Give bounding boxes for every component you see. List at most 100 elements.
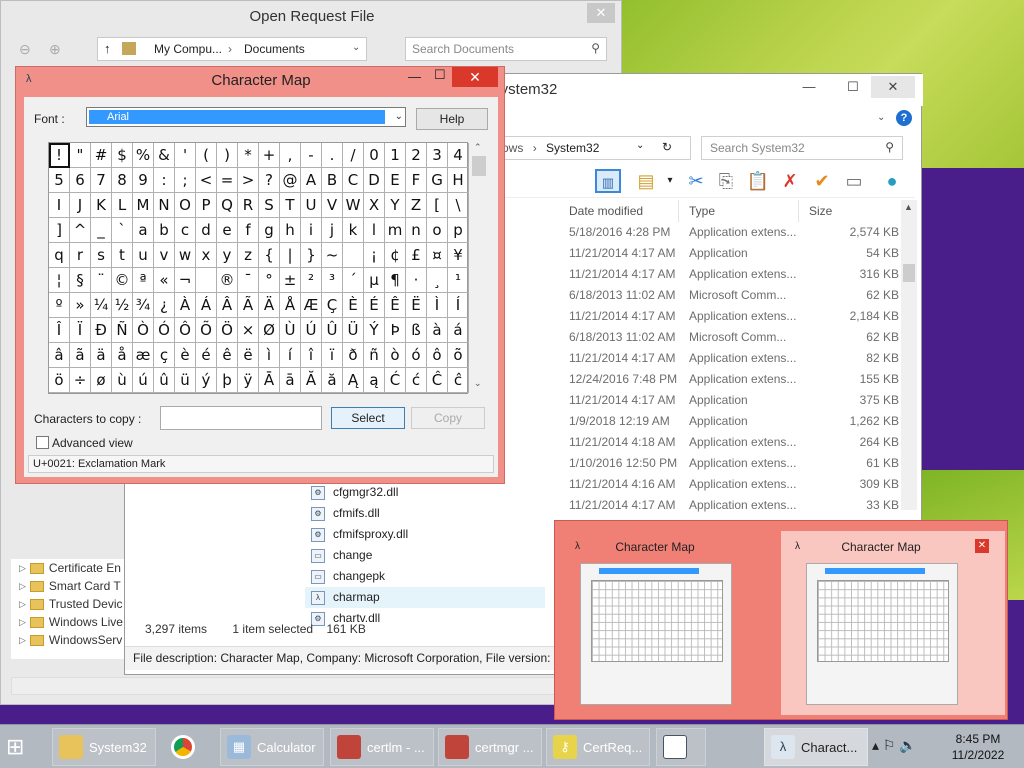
character-cell[interactable]: ¡ (364, 243, 385, 268)
character-cell[interactable]: J (70, 193, 91, 218)
character-cell[interactable]: ­ (196, 268, 217, 293)
character-cell[interactable]: ° (259, 268, 280, 293)
character-cell[interactable]: æ (133, 343, 154, 368)
character-cell[interactable]: Ø (259, 318, 280, 343)
character-cell[interactable]: Â (217, 293, 238, 318)
character-cell[interactable]: 0 (364, 143, 385, 168)
table-row[interactable]: 11/21/2014 4:17 AM Application extens... 2… (561, 306, 901, 327)
character-cell[interactable]: < (196, 168, 217, 193)
character-cell[interactable]: Ä (259, 293, 280, 318)
character-cell[interactable]: ? (259, 168, 280, 193)
character-cell[interactable]: ß (406, 318, 427, 343)
character-cell[interactable]: § (70, 268, 91, 293)
taskbar-item-certmgr[interactable]: certmgr ... (438, 728, 542, 766)
character-cell[interactable]: ¸ (427, 268, 448, 293)
character-cell[interactable]: « (154, 268, 175, 293)
table-row[interactable]: 11/21/2014 4:17 AM Application extens... 8… (561, 348, 901, 369)
character-cell[interactable]: ÷ (70, 368, 91, 393)
character-cell[interactable]: [ (427, 193, 448, 218)
clock[interactable]: 8:45 PM 11/2/2022 (942, 731, 1014, 763)
chevron-down-icon[interactable]: ⌄ (636, 140, 644, 151)
character-cell[interactable]: K (91, 193, 112, 218)
rename-icon[interactable]: ▭ (841, 169, 867, 193)
table-row[interactable]: 11/21/2014 4:17 AM Application 375 KB (561, 390, 901, 411)
character-cell[interactable]: õ (448, 343, 469, 368)
taskbar-item-certlm[interactable]: certlm - ... (330, 728, 434, 766)
preview-pane-icon[interactable]: ▥ (595, 169, 621, 193)
breadcrumb-documents[interactable]: Documents (244, 42, 305, 56)
character-cell[interactable]: | (280, 243, 301, 268)
character-cell[interactable]: 4 (448, 143, 469, 168)
character-cell[interactable]: F (406, 168, 427, 193)
character-cell[interactable]: ø (91, 368, 112, 393)
list-item[interactable]: ⚙ cfmifsproxy.dll (305, 524, 545, 545)
character-cell[interactable]: Ê (385, 293, 406, 318)
character-cell[interactable]: W (343, 193, 364, 218)
character-cell[interactable]: ü (175, 368, 196, 393)
table-row[interactable]: 12/24/2016 7:48 PM Application extens... 1… (561, 369, 901, 390)
table-row[interactable]: 11/21/2014 4:17 AM Application 54 KB (561, 243, 901, 264)
character-cell[interactable]: ' (175, 143, 196, 168)
chevron-up-icon[interactable]: ▴ (872, 737, 879, 753)
character-cell[interactable]: P (196, 193, 217, 218)
cut-icon[interactable]: ✂ (683, 169, 709, 193)
taskbar-item-chrome[interactable] (164, 728, 214, 766)
character-cell[interactable]: È (343, 293, 364, 318)
back-icon[interactable]: ⊖ (19, 41, 31, 58)
character-cell[interactable]: z (238, 243, 259, 268)
character-cell[interactable]: f (238, 218, 259, 243)
character-cell[interactable]: V (322, 193, 343, 218)
character-cell[interactable]: Q (217, 193, 238, 218)
character-cell[interactable]: Ó (154, 318, 175, 343)
character-cell[interactable]: · (406, 268, 427, 293)
character-cell[interactable]: Ñ (112, 318, 133, 343)
minimize-button[interactable]: — (787, 76, 831, 98)
character-cell[interactable]: { (259, 243, 280, 268)
character-cell[interactable]: = (217, 168, 238, 193)
minimize-button[interactable]: — (408, 69, 421, 84)
checkmark-icon[interactable]: ✔ (809, 169, 835, 193)
column-date[interactable]: Date modified (561, 200, 679, 222)
copy-button[interactable]: Copy (411, 407, 485, 429)
character-cell[interactable]: ; (175, 168, 196, 193)
search-input[interactable]: Search System32 ⚲ (701, 136, 903, 160)
character-cell[interactable]: þ (217, 368, 238, 393)
character-cell[interactable]: ã (70, 343, 91, 368)
character-cell[interactable]: h (280, 218, 301, 243)
character-cell[interactable]: M (133, 193, 154, 218)
character-cell[interactable]: E (385, 168, 406, 193)
character-cell[interactable]: % (133, 143, 154, 168)
character-cell[interactable]: e (217, 218, 238, 243)
forward-icon[interactable]: ⊕ (49, 41, 61, 58)
character-cell[interactable]: Ù (280, 318, 301, 343)
character-cell[interactable]: Ć (385, 368, 406, 393)
character-cell[interactable]: ĉ (448, 368, 469, 393)
vertical-scrollbar[interactable]: ⌃ ⌄ (470, 142, 488, 394)
character-cell[interactable]: ! (49, 143, 70, 168)
taskbar-item-explorer[interactable]: System32 (52, 728, 156, 766)
character-cell[interactable]: X (364, 193, 385, 218)
character-cell[interactable]: å (112, 343, 133, 368)
character-cell[interactable]: º (49, 293, 70, 318)
character-cell[interactable]: µ (364, 268, 385, 293)
character-cell[interactable]: ¶ (385, 268, 406, 293)
character-cell[interactable]: ê (217, 343, 238, 368)
character-cell[interactable]: N (154, 193, 175, 218)
windows-start-icon[interactable]: ⊞ (6, 733, 38, 761)
character-cell[interactable]: Á (196, 293, 217, 318)
character-cell[interactable]: _ (91, 218, 112, 243)
character-cell[interactable]: Æ (301, 293, 322, 318)
character-cell[interactable]: © (112, 268, 133, 293)
properties-icon[interactable]: ▤ (633, 169, 659, 193)
character-cell[interactable]: Ï (70, 318, 91, 343)
character-cell[interactable]: A (301, 168, 322, 193)
table-row[interactable]: 6/18/2013 11:02 AM Microsoft Comm... 62 KB (561, 285, 901, 306)
character-cell[interactable]: C (343, 168, 364, 193)
character-cell[interactable]: d (196, 218, 217, 243)
column-size[interactable]: Size (801, 200, 901, 222)
character-cell[interactable]: l (364, 218, 385, 243)
character-cell[interactable]: ä (91, 343, 112, 368)
character-cell[interactable]: D (364, 168, 385, 193)
character-cell[interactable]: ± (280, 268, 301, 293)
up-arrow-icon[interactable]: ↑ (104, 41, 111, 56)
